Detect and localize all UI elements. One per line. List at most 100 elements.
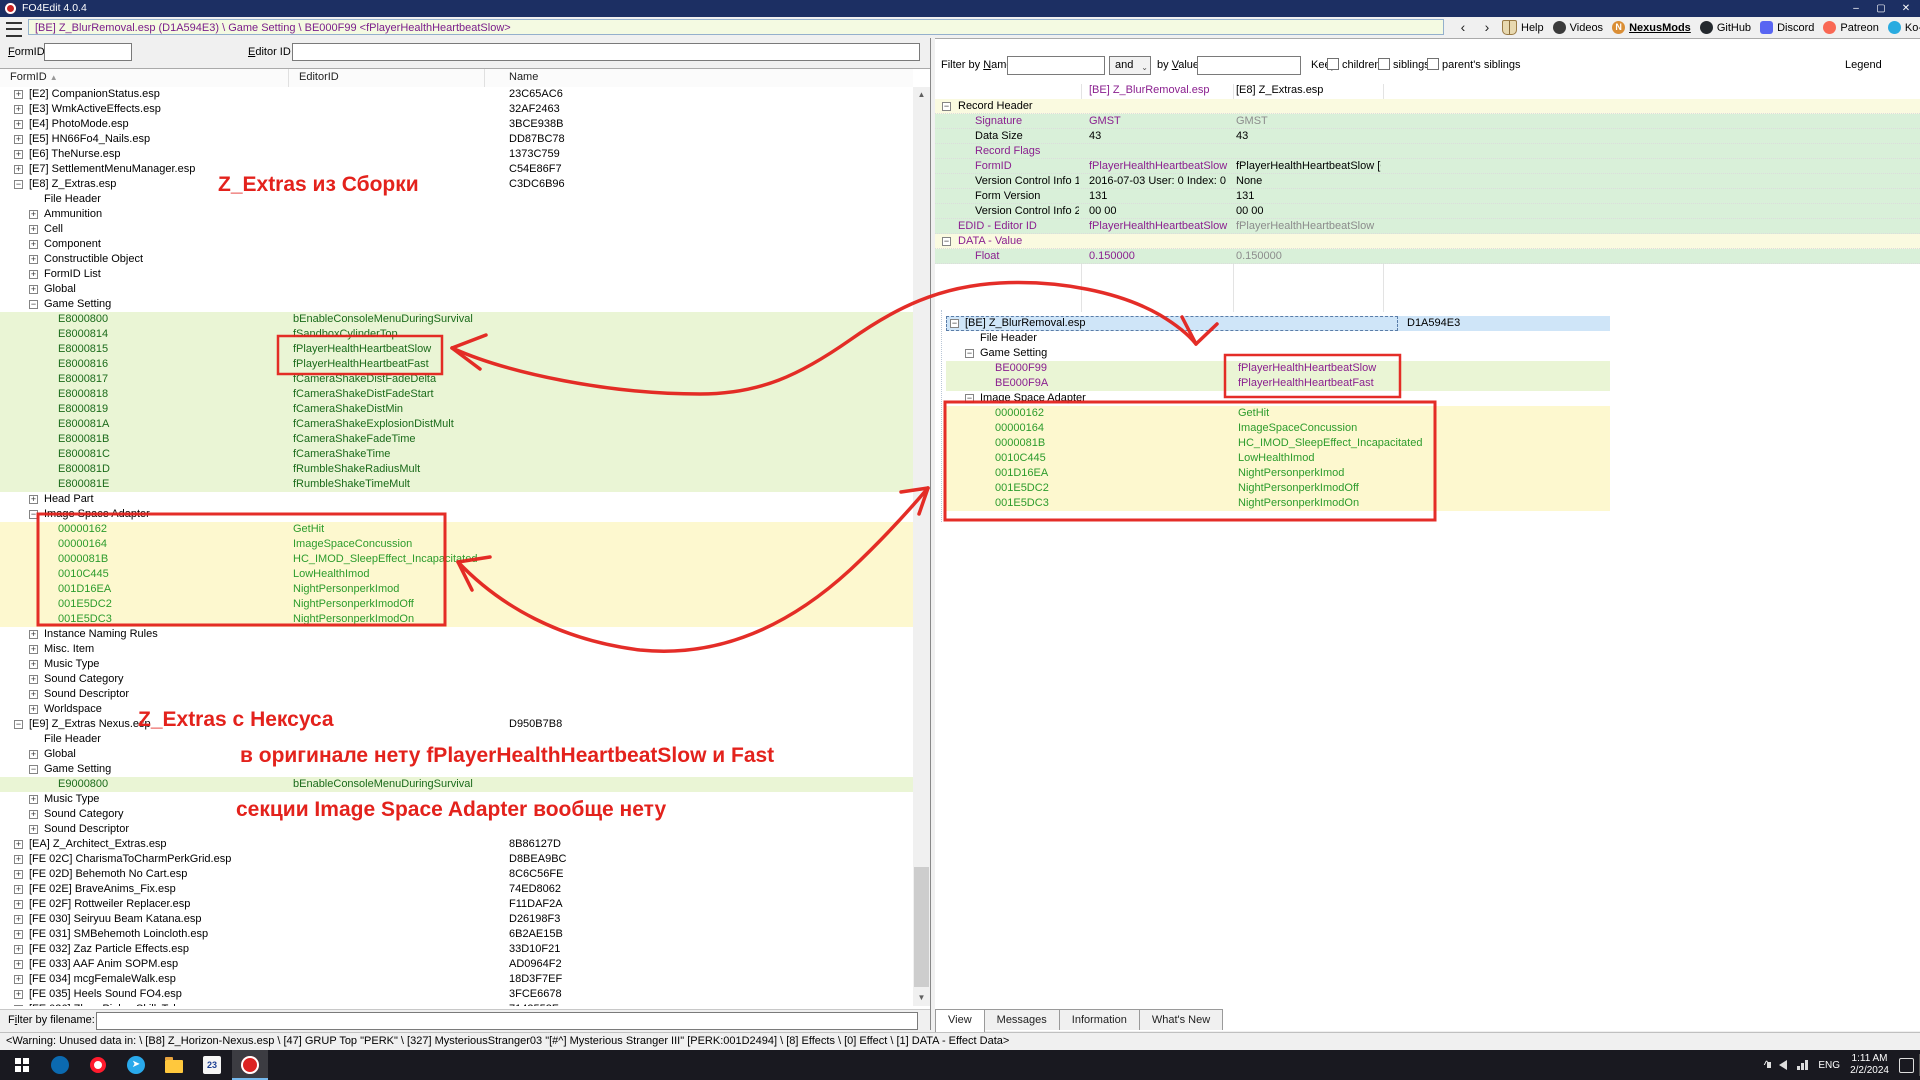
pasted-tree-row[interactable]: 00000164ImageSpaceConcussion — [0, 421, 1920, 436]
toolbar-link-nexusmods[interactable]: NNexusMods — [1612, 21, 1691, 34]
tab-messages[interactable]: Messages — [984, 1009, 1060, 1030]
tree-row[interactable]: File Header — [0, 732, 913, 747]
tree-row[interactable]: +Cell — [0, 222, 913, 237]
tree-row[interactable]: +FormID List — [0, 267, 913, 282]
record-row[interactable]: Version Control Info 200 0000 00 — [935, 204, 1920, 219]
record-row[interactable]: FormIDfPlayerHealthHeartbeatSlow [G...fP… — [935, 159, 1920, 174]
expand-icon[interactable]: + — [14, 1005, 23, 1006]
column-header-editorid[interactable]: EditorID — [299, 71, 339, 83]
checkbox-siblings[interactable] — [1378, 58, 1390, 70]
tree-row[interactable]: −Game Setting — [0, 297, 913, 312]
tree-row[interactable]: 0000081BHC_IMOD_SleepEffect_Incapacitate… — [0, 552, 913, 567]
legend-link[interactable]: Legend — [1845, 59, 1882, 71]
expand-icon[interactable]: + — [29, 255, 38, 264]
expand-icon[interactable]: + — [29, 270, 38, 279]
tree-row[interactable]: −[E9] Z_Extras Nexus.espD950B7B8 — [0, 717, 913, 732]
tree-row[interactable]: +Global — [0, 747, 913, 762]
tree-row[interactable]: 001E5DC3NightPersonperkImodOn — [0, 612, 913, 627]
left-vertical-scrollbar[interactable]: ▲ ▼ — [913, 87, 930, 1006]
tree-row[interactable]: File Header — [0, 192, 913, 207]
file-explorer[interactable] — [156, 1050, 192, 1080]
tree-row[interactable]: +[E4] PhotoMode.esp3BCE938B — [0, 117, 913, 132]
tree-row[interactable]: +[FE 036] Zhrp_PipboySkillsTab.esp714355… — [0, 1002, 913, 1006]
maximize-button[interactable]: ▢ — [1869, 1, 1893, 16]
expand-icon[interactable]: + — [14, 900, 23, 909]
filter-by-value-input[interactable] — [1197, 56, 1301, 75]
pasted-tree-row[interactable]: −Image Space Adapter — [0, 391, 1920, 406]
record-row[interactable]: Data Size4343 — [935, 129, 1920, 144]
expand-icon[interactable]: + — [14, 150, 23, 159]
expand-icon[interactable]: + — [29, 225, 38, 234]
filter-by-name-input[interactable] — [1007, 56, 1105, 75]
tree-row[interactable]: +Misc. Item — [0, 642, 913, 657]
tree-row[interactable]: +Sound Descriptor — [0, 822, 913, 837]
collapse-icon[interactable]: − — [14, 720, 23, 729]
tree-row[interactable]: E9000800bEnableConsoleMenuDuringSurvival — [0, 777, 913, 792]
volume-icon[interactable] — [1779, 1060, 1787, 1070]
expand-icon[interactable]: + — [29, 795, 38, 804]
tree-row[interactable]: +[FE 02E] BraveAnims_Fix.esp74ED8062 — [0, 882, 913, 897]
expand-icon[interactable]: + — [29, 810, 38, 819]
tree-row[interactable]: +Music Type — [0, 657, 913, 672]
opera-browser[interactable] — [80, 1050, 116, 1080]
filter-operator-select[interactable]: and⌄ — [1109, 56, 1151, 75]
expand-icon[interactable]: + — [14, 120, 23, 129]
tree-row[interactable]: −[E8] Z_Extras.espC3DC6B96 — [0, 177, 913, 192]
tree-row[interactable]: +Ammunition — [0, 207, 913, 222]
pasted-tree-row[interactable]: 001E5DC2NightPersonperkImodOff — [0, 481, 1920, 496]
pasted-tree-row[interactable]: 0010C445LowHealthImod — [0, 451, 1920, 466]
breadcrumb[interactable]: [BE] Z_BlurRemoval.esp (D1A594E3) \ Game… — [28, 19, 1444, 35]
tree-row[interactable]: +Instance Naming Rules — [0, 627, 913, 642]
collapse-icon[interactable]: − — [942, 102, 951, 111]
collapse-icon[interactable]: − — [14, 180, 23, 189]
formid-input[interactable] — [44, 43, 132, 61]
record-row[interactable]: SignatureGMSTGMST — [935, 114, 1920, 129]
collapse-icon[interactable]: − — [942, 237, 951, 246]
expand-icon[interactable]: + — [14, 135, 23, 144]
fo4edit[interactable] — [232, 1050, 268, 1080]
record-row[interactable]: Float0.1500000.150000 — [935, 249, 1920, 264]
expand-icon[interactable]: + — [14, 840, 23, 849]
tree-row[interactable]: +Sound Category — [0, 672, 913, 687]
tree-row[interactable]: +[FE 032] Zaz Particle Effects.esp33D10F… — [0, 942, 913, 957]
expand-icon[interactable]: + — [14, 90, 23, 99]
network-icon[interactable] — [1797, 1060, 1808, 1070]
expand-icon[interactable]: + — [29, 675, 38, 684]
expand-icon[interactable]: + — [14, 105, 23, 114]
tree-row[interactable]: 001D16EANightPersonperkImod — [0, 582, 913, 597]
tab-what-s-new[interactable]: What's New — [1139, 1009, 1223, 1030]
tree-row[interactable]: +[FE 02C] CharismaToCharmPerkGrid.espD8B… — [0, 852, 913, 867]
expand-icon[interactable]: + — [14, 855, 23, 864]
telegram[interactable]: ➤ — [118, 1050, 154, 1080]
taskbar-clock[interactable]: 1:11 AM 2/2/2024 — [1850, 1053, 1889, 1077]
expand-icon[interactable]: + — [14, 975, 23, 984]
pasted-tree-row[interactable]: 001E5DC3NightPersonperkImodOn — [0, 496, 1920, 511]
record-row[interactable]: −Record Header — [935, 99, 1920, 114]
tab-view[interactable]: View — [935, 1009, 985, 1032]
tree-row[interactable]: 00000162GetHit — [0, 522, 913, 537]
record-column-plugin-1[interactable]: [BE] Z_BlurRemoval.esp — [1089, 84, 1209, 96]
pasted-tree-row[interactable]: −[BE] Z_BlurRemoval.espD1A594E3 — [0, 316, 1920, 331]
tree-row[interactable]: +Sound Category — [0, 807, 913, 822]
pasted-tree-row[interactable]: 00000162GetHit — [0, 406, 1920, 421]
expand-icon[interactable]: + — [29, 825, 38, 834]
expand-icon[interactable]: + — [29, 240, 38, 249]
app-23[interactable]: 23 — [194, 1050, 230, 1080]
column-header-formid[interactable]: FormID ▲ — [10, 71, 58, 83]
scrollbar-thumb[interactable] — [914, 867, 929, 987]
tree-row[interactable]: +[FE 034] mcgFemaleWalk.esp18D3F7EF — [0, 972, 913, 987]
expand-icon[interactable]: + — [14, 870, 23, 879]
pasted-tree-row[interactable]: −Game Setting — [0, 346, 1920, 361]
record-row[interactable]: Form Version131131 — [935, 189, 1920, 204]
editorid-input[interactable] — [292, 43, 920, 61]
expand-icon[interactable]: + — [29, 630, 38, 639]
toolbar-link-help[interactable]: Help — [1502, 20, 1544, 35]
tree-row[interactable]: +[FE 035] Heels Sound FO4.esp3FCE6678 — [0, 987, 913, 1002]
tree-row[interactable]: +Music Type — [0, 792, 913, 807]
tree-row[interactable]: +Global — [0, 282, 913, 297]
tree-row[interactable]: +[FE 02D] Behemoth No Cart.esp8C6C56FE — [0, 867, 913, 882]
expand-icon[interactable]: + — [29, 210, 38, 219]
expand-icon[interactable]: + — [14, 885, 23, 894]
checkbox-parent-s-siblings[interactable] — [1427, 58, 1439, 70]
expand-icon[interactable]: + — [14, 915, 23, 924]
